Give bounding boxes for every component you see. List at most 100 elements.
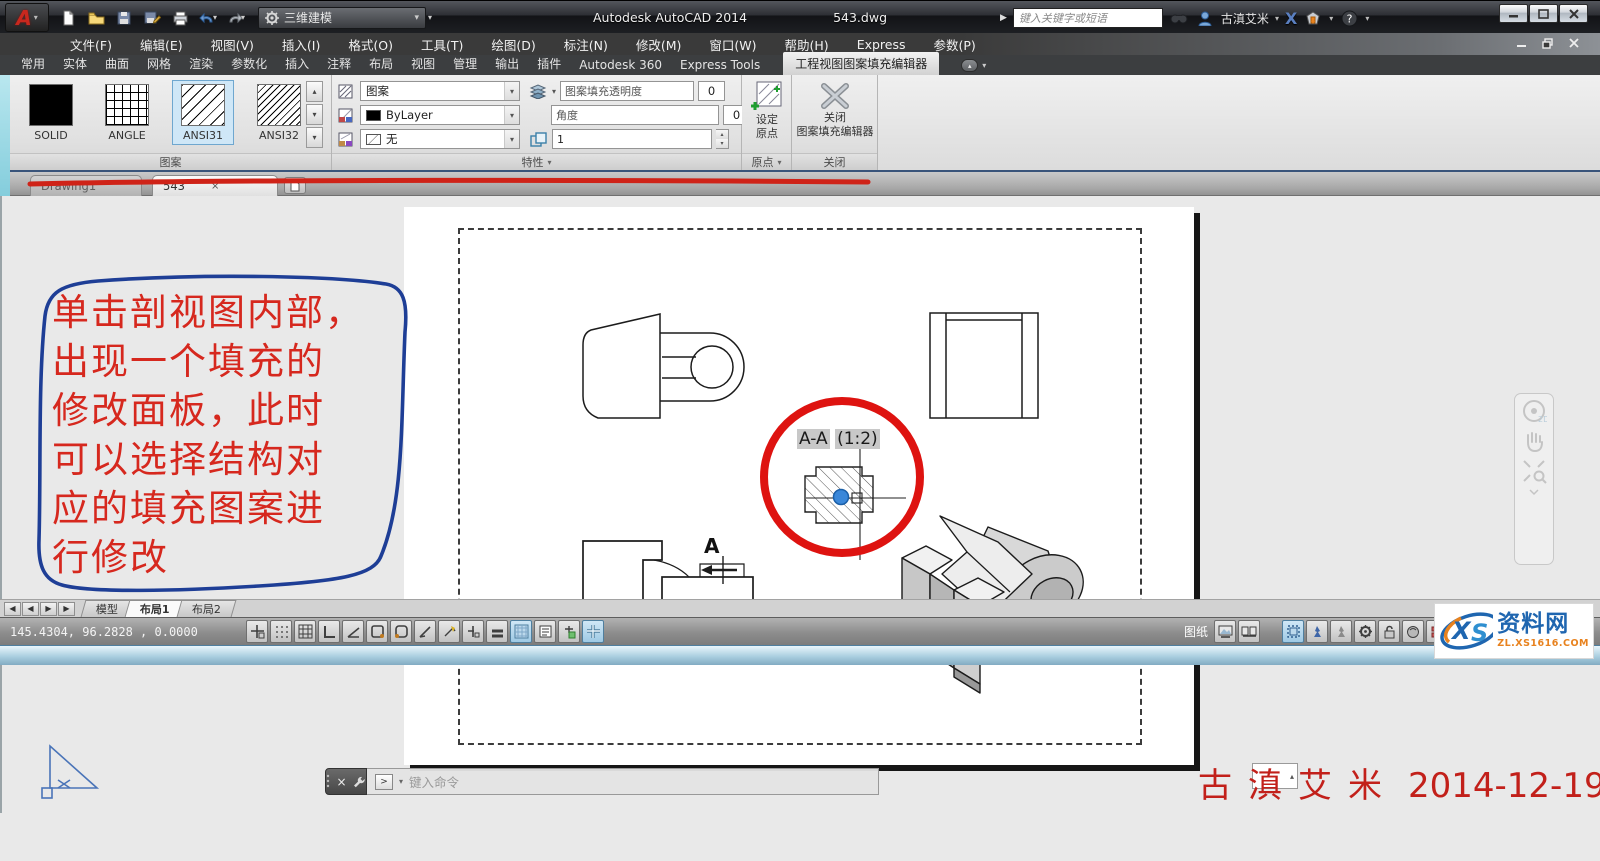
new-button[interactable] xyxy=(56,6,80,29)
gallery-expand-button[interactable]: ▾ xyxy=(306,127,323,148)
menu-tools[interactable]: 工具(T) xyxy=(407,35,477,54)
transparency-caret-icon[interactable]: ▾ xyxy=(552,87,556,96)
pattern-solid[interactable]: SOLID xyxy=(20,80,82,145)
doc-restore-button[interactable] xyxy=(1540,36,1556,50)
polar-toggle[interactable] xyxy=(342,620,364,643)
menu-draw[interactable]: 绘图(D) xyxy=(477,35,549,54)
ribbon-tab-solid[interactable]: 实体 xyxy=(54,52,96,75)
menu-modify[interactable]: 修改(M) xyxy=(622,35,696,54)
save-button[interactable] xyxy=(112,6,136,29)
coordinates-readout[interactable]: 145.4304, 96.2828 , 0.0000 xyxy=(10,625,198,639)
workspace-switcher[interactable]: 三维建模 ▾ xyxy=(258,7,426,29)
close-button[interactable] xyxy=(1559,4,1588,23)
ribbon-tab-mesh[interactable]: 网格 xyxy=(138,52,180,75)
ribbon-minimize-caret-icon[interactable]: ▾ xyxy=(982,61,986,70)
ribbon-minimize-control[interactable]: ▴ ▾ xyxy=(961,59,986,75)
menu-express[interactable]: Express xyxy=(843,37,920,52)
hardware-acceleration-button[interactable] xyxy=(1402,620,1424,643)
pattern-panel-title[interactable]: 图案 xyxy=(10,153,331,170)
quick-view-layouts-button[interactable] xyxy=(1214,620,1236,643)
application-menu-button[interactable]: A ▾ xyxy=(5,3,49,32)
ribbon-tab-home[interactable]: 常用 xyxy=(12,52,54,75)
properties-panel-title[interactable]: 特性▾ xyxy=(332,153,741,170)
menu-edit[interactable]: 编辑(E) xyxy=(126,35,197,54)
pattern-ansi32[interactable]: ANSI32 xyxy=(248,80,310,145)
hatch-scale-field[interactable]: 1 xyxy=(552,129,712,149)
background-color-combo[interactable]: 无 ▾ xyxy=(360,129,520,149)
annotation-visibility-button[interactable] xyxy=(1306,620,1328,643)
exchange-apps-icon[interactable]: X xyxy=(1285,9,1297,28)
transparency-value[interactable]: 0 xyxy=(698,81,725,101)
search-button[interactable] xyxy=(1169,8,1189,28)
scale-spinner[interactable]: ▴ ▾ xyxy=(716,129,729,149)
ribbon-tab-autodesk360[interactable]: Autodesk 360 xyxy=(570,55,671,75)
ribbon-tab-view[interactable]: 视图 xyxy=(402,52,444,75)
signed-in-user[interactable]: 古滇艾米 xyxy=(1221,10,1269,27)
doc-minimize-button[interactable] xyxy=(1514,36,1530,50)
sign-in-button[interactable] xyxy=(1195,8,1215,28)
file-tab-543[interactable]: 543 × xyxy=(152,175,278,196)
ribbon-tab-manage[interactable]: 管理 xyxy=(444,52,486,75)
cc-caret-icon[interactable]: ▾ xyxy=(1329,14,1333,23)
quick-view-drawings-button[interactable] xyxy=(1238,620,1260,643)
menu-format[interactable]: 格式(O) xyxy=(334,35,407,54)
help-caret-icon[interactable]: ▾ xyxy=(1365,14,1369,23)
redo-button[interactable]: ▾ xyxy=(224,6,248,29)
pattern-ansi31-selected[interactable]: ANSI31 xyxy=(172,80,234,145)
snap-toggle[interactable] xyxy=(270,620,292,643)
transparency-icon[interactable] xyxy=(528,82,548,100)
maximize-button[interactable] xyxy=(1529,4,1558,23)
combo-caret-icon[interactable]: ▾ xyxy=(504,106,519,124)
first-layout-button[interactable]: ◀ xyxy=(4,602,21,616)
workspace-switching-button[interactable] xyxy=(1354,620,1376,643)
infocenter-search-input[interactable] xyxy=(1013,8,1163,28)
ribbon-tab-surface[interactable]: 曲面 xyxy=(96,52,138,75)
menu-insert[interactable]: 插入(I) xyxy=(268,35,334,54)
last-layout-button[interactable]: ▶ xyxy=(58,602,75,616)
menu-file[interactable]: 文件(F) xyxy=(56,35,126,54)
navigation-bar[interactable]: 2D xyxy=(1514,393,1554,565)
undo-button[interactable]: ▾ xyxy=(196,6,220,29)
ribbon-tab-insert[interactable]: 插入 xyxy=(276,52,318,75)
gallery-scroll-up-button[interactable]: ▴ xyxy=(306,81,323,102)
ribbon-tab-output[interactable]: 输出 xyxy=(486,52,528,75)
ribbon-tab-layout[interactable]: 布局 xyxy=(360,52,402,75)
layout-tab-layout1[interactable]: 布局1 xyxy=(125,600,186,617)
command-input-area[interactable]: > ▾ 键入命令 xyxy=(367,768,879,795)
paper-model-button[interactable]: 图纸 xyxy=(1180,621,1212,642)
annotation-scale-button[interactable] xyxy=(1282,620,1304,643)
command-placeholder[interactable]: 键入命令 xyxy=(409,772,459,791)
infer-constraints-toggle[interactable] xyxy=(246,620,268,643)
infocenter-expand-icon[interactable]: ▶ xyxy=(1000,13,1007,23)
file-tab-drawing1[interactable]: Drawing1 xyxy=(30,175,142,196)
dyn-toggle[interactable] xyxy=(462,620,484,643)
selection-cycling-toggle[interactable] xyxy=(558,620,580,643)
ribbon-tab-hatch-editor-context[interactable]: 工程视图图案填充编辑器 xyxy=(783,52,939,75)
osnap-3d-toggle[interactable] xyxy=(390,620,412,643)
command-close-icon[interactable]: × xyxy=(336,775,346,789)
open-button[interactable] xyxy=(84,6,108,29)
otrack-toggle[interactable] xyxy=(414,620,436,643)
command-line-grip[interactable]: × xyxy=(325,768,367,795)
quick-properties-toggle[interactable] xyxy=(534,620,556,643)
user-caret-icon[interactable]: ▾ xyxy=(1275,14,1279,23)
menu-parametric[interactable]: 参数(P) xyxy=(920,35,990,54)
help-button[interactable]: ? xyxy=(1339,8,1359,28)
command-line[interactable]: × > ▾ 键入命令 xyxy=(325,768,879,795)
pattern-angle[interactable]: ANGLE xyxy=(96,80,158,145)
doc-close-button[interactable] xyxy=(1566,36,1582,50)
autoscale-button[interactable] xyxy=(1330,620,1352,643)
toolbar-lock-button[interactable] xyxy=(1378,620,1400,643)
combo-caret-icon[interactable]: ▾ xyxy=(504,82,519,100)
gallery-scroll-down-button[interactable]: ▾ xyxy=(306,104,323,125)
minimize-button[interactable] xyxy=(1499,4,1528,23)
layout-tab-layout2[interactable]: 布局2 xyxy=(176,600,236,617)
wrench-icon[interactable] xyxy=(352,775,366,789)
file-tab-close-icon[interactable]: × xyxy=(211,181,219,192)
ducs-toggle[interactable] xyxy=(438,620,460,643)
grid-toggle[interactable] xyxy=(294,620,316,643)
qat-customize-caret-icon[interactable]: ▾ xyxy=(428,13,432,22)
prev-layout-button[interactable]: ◀ xyxy=(22,602,39,616)
menu-view[interactable]: 视图(V) xyxy=(197,35,268,54)
ribbon-tab-plugins[interactable]: 插件 xyxy=(528,52,570,75)
